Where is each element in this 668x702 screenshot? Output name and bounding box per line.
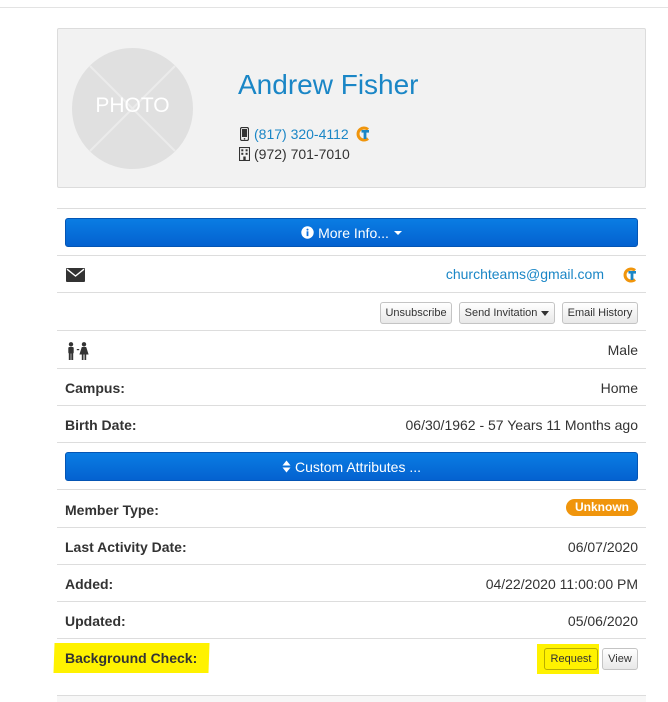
- member-type-row: Member Type: Unknown: [57, 489, 646, 527]
- email-link[interactable]: churchteams@gmail.com: [446, 266, 604, 282]
- added-value: 04/22/2020 11:00:00 PM: [485, 576, 638, 592]
- building-icon: [238, 147, 250, 161]
- view-label: View: [608, 653, 632, 665]
- office-phone-text: (972) 701-7010: [254, 146, 350, 162]
- birth-date-label: Birth Date:: [65, 417, 137, 433]
- email-history-label: Email History: [567, 307, 633, 319]
- view-button[interactable]: View: [602, 648, 638, 670]
- sort-arrows-icon: [282, 460, 291, 473]
- mobile-phone-link[interactable]: (817) 320-4112: [254, 126, 349, 142]
- custom-attributes-row: Custom Attributes ...: [57, 442, 646, 489]
- envelope-icon: [66, 268, 85, 287]
- custom-attributes-button[interactable]: Custom Attributes ...: [65, 452, 638, 481]
- background-check-label: Background Check:: [65, 650, 198, 666]
- custom-attributes-label: Custom Attributes ...: [294, 458, 422, 475]
- email-history-button[interactable]: Email History: [562, 302, 638, 324]
- more-info-label: More Info...: [318, 224, 389, 241]
- gender-value: Male: [607, 342, 638, 358]
- send-invitation-button[interactable]: Send Invitation: [459, 302, 555, 324]
- person-name: Andrew Fisher: [238, 69, 419, 100]
- mobile-phone-row: (817) 320-4112: [238, 125, 371, 143]
- request-label: Request: [550, 653, 592, 665]
- birth-date-row: Birth Date: 06/30/1962 - 57 Years 11 Mon…: [57, 405, 646, 442]
- updated-label: Updated:: [65, 613, 126, 629]
- next-section-card-edge: [57, 695, 646, 702]
- profile-photo-placeholder[interactable]: PHOTO: [72, 48, 193, 169]
- chevron-down-icon: [541, 310, 550, 316]
- campus-value: Home: [600, 380, 638, 396]
- background-check-row: Background Check: Request View: [53, 638, 646, 686]
- email-row: churchteams@gmail.com: [57, 255, 646, 292]
- last-activity-label: Last Activity Date:: [65, 539, 187, 555]
- updated-value: 05/06/2020: [567, 613, 638, 629]
- chevron-down-icon: [393, 230, 402, 235]
- request-button[interactable]: Request: [544, 648, 598, 670]
- male-female-icon: [66, 342, 90, 365]
- last-activity-row: Last Activity Date: 06/07/2020: [57, 527, 646, 564]
- added-label: Added:: [65, 576, 114, 592]
- more-info-row: More Info...: [57, 208, 646, 255]
- member-type-label: Member Type:: [65, 502, 159, 518]
- email-actions-row: Unsubscribe Send Invitation Email Histor…: [57, 292, 646, 330]
- office-phone-row: (972) 701-7010: [238, 145, 350, 163]
- member-type-badge: Unknown: [566, 499, 638, 516]
- last-activity-value: 06/07/2020: [567, 539, 638, 555]
- unsubscribe-button[interactable]: Unsubscribe: [380, 302, 452, 324]
- gender-row: Male: [57, 330, 646, 368]
- mobile-phone-icon: [238, 127, 250, 141]
- churchteams-logo-icon[interactable]: [355, 126, 371, 142]
- campus-label: Campus:: [65, 380, 125, 396]
- birth-date-value: 06/30/1962 - 57 Years 11 Months ago: [405, 417, 638, 433]
- unsubscribe-label: Unsubscribe: [385, 307, 447, 319]
- added-row: Added: 04/22/2020 11:00:00 PM: [57, 564, 646, 601]
- campus-row: Campus: Home: [57, 368, 646, 405]
- profile-card: PHOTO Andrew Fisher (817) 320-4112 (972)…: [57, 28, 646, 188]
- photo-label: PHOTO: [95, 94, 170, 117]
- send-invitation-label: Send Invitation: [464, 307, 538, 319]
- info-circle-icon: [301, 226, 314, 239]
- more-info-button[interactable]: More Info...: [65, 218, 638, 247]
- top-divider: [0, 7, 668, 8]
- updated-row: Updated: 05/06/2020: [57, 601, 646, 638]
- churchteams-email-logo-icon[interactable]: [622, 267, 638, 283]
